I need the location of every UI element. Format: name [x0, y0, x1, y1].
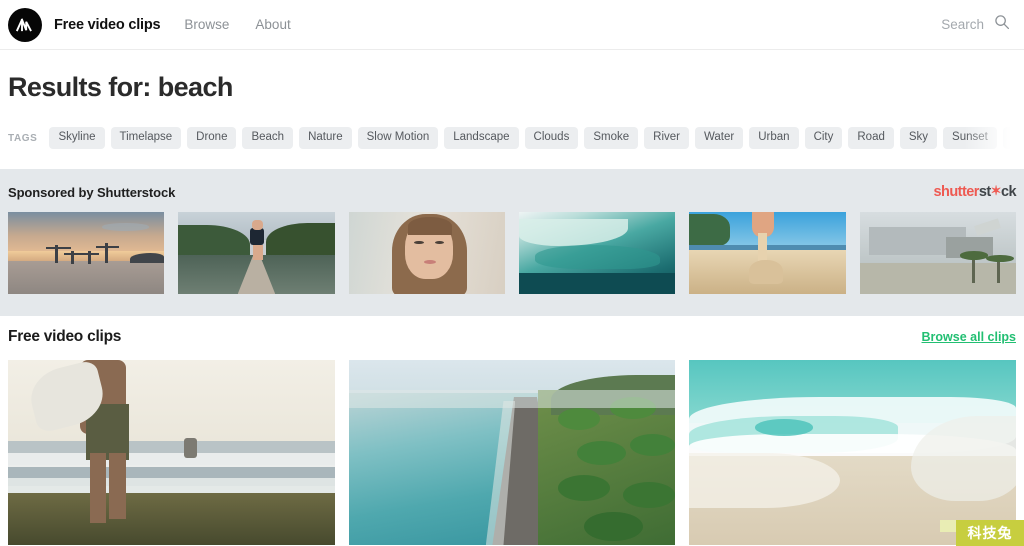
sponsored-thumb-storm-palms[interactable]	[859, 212, 1016, 294]
tag-chip-people[interactable]: People	[1002, 126, 1024, 150]
tag-chip-sunset[interactable]: Sunset	[943, 126, 997, 150]
free-clips-title: Free video clips	[8, 328, 122, 345]
browse-all-clips-link[interactable]: Browse all clips	[922, 330, 1016, 344]
sponsored-thumbnail-grid	[8, 212, 1016, 294]
tag-chip-sky[interactable]: Sky	[899, 126, 938, 150]
sponsored-thumb-woman-portrait[interactable]	[348, 212, 505, 294]
search-icon[interactable]	[994, 14, 1010, 35]
free-clip-aerial-palm-beach[interactable]	[348, 360, 676, 545]
shutterstock-logo-star-icon: ✶	[990, 183, 1002, 198]
tag-chip-timelapse[interactable]: Timelapse	[110, 126, 182, 150]
free-clip-aerial-waves-sand[interactable]	[689, 360, 1016, 545]
search-label: Search	[941, 17, 984, 32]
tags-label: TAGS	[8, 132, 38, 144]
sponsored-thumb-dock-runner[interactable]	[178, 212, 335, 294]
tag-chip-urban[interactable]: Urban	[749, 126, 799, 150]
tag-chip-city[interactable]: City	[804, 126, 843, 150]
sponsored-title: Sponsored by Shutterstock	[8, 184, 176, 200]
shutterstock-logo-dark-b: ck	[1000, 184, 1017, 200]
tag-chip-drone[interactable]: Drone	[187, 126, 237, 150]
shutterstock-logo-red: shutter	[933, 184, 980, 200]
tag-chip-smoke[interactable]: Smoke	[584, 126, 639, 150]
page-title: Results for: beach	[8, 72, 233, 102]
nav-item-browse[interactable]: Browse	[184, 17, 229, 32]
tags-bar: TAGS Skyline Timelapse Drone Beach Natur…	[0, 124, 1024, 152]
tag-chip-road[interactable]: Road	[848, 126, 894, 150]
nav-item-about[interactable]: About	[255, 17, 290, 32]
sponsored-header: Sponsored by Shutterstock shutter st ✶ c…	[8, 181, 1017, 203]
tag-chip-slow-motion[interactable]: Slow Motion	[357, 126, 439, 150]
tag-chip-clouds[interactable]: Clouds	[524, 126, 579, 150]
page-root: Free video clips Browse About Search Res…	[0, 0, 1024, 546]
free-clips-grid	[8, 360, 1016, 545]
tag-chip-skyline[interactable]: Skyline	[49, 126, 105, 150]
main-nav: Browse About	[184, 17, 290, 32]
watermark-tail	[940, 520, 956, 532]
tag-chip-river[interactable]: River	[644, 126, 689, 150]
sponsored-thumb-ocean-wave[interactable]	[518, 212, 676, 294]
shutterstock-logo-dark-a: st	[978, 184, 991, 200]
site-header: Free video clips Browse About Search	[0, 0, 1024, 50]
free-clips-header: Free video clips Browse all clips	[8, 316, 1016, 352]
free-clip-surfer[interactable]	[8, 360, 335, 545]
watermark-badge: 科技兔	[956, 520, 1024, 546]
tags-row: TAGS Skyline Timelapse Drone Beach Natur…	[0, 124, 1024, 152]
sponsored-thumb-sand-pour[interactable]	[689, 212, 846, 294]
tag-chip-beach[interactable]: Beach	[242, 126, 294, 150]
sponsored-thumb-family-sunset[interactable]	[8, 212, 165, 294]
search-control[interactable]: Search	[941, 14, 1010, 35]
free-clips-section: Free video clips Browse all clips	[0, 316, 1024, 545]
tag-chip-nature[interactable]: Nature	[299, 126, 352, 150]
sponsored-section: Sponsored by Shutterstock shutter st ✶ c…	[0, 169, 1024, 316]
brand-title[interactable]: Free video clips	[54, 17, 161, 33]
tag-chip-water[interactable]: Water	[694, 126, 744, 150]
shutterstock-logo[interactable]: shutter st ✶ ck	[933, 183, 1017, 200]
mixkit-m-logo-icon[interactable]	[8, 7, 42, 42]
tag-chip-landscape[interactable]: Landscape	[444, 126, 519, 150]
